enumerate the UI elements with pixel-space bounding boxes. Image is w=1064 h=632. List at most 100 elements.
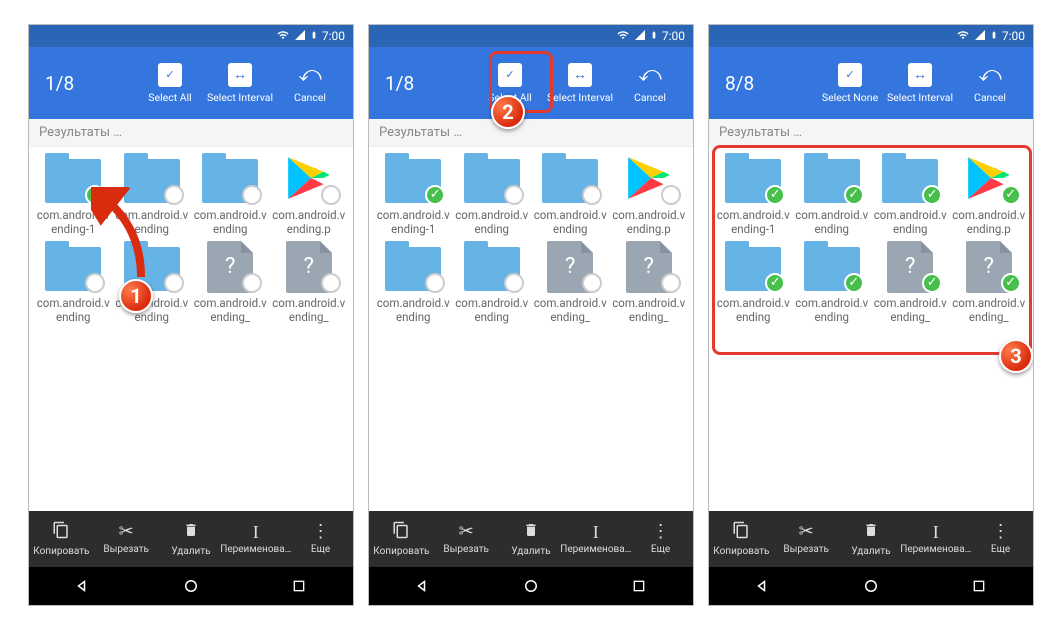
selection-marker[interactable]: [242, 273, 262, 293]
delete-label: Удалить: [511, 546, 550, 557]
clock-label: 7:00: [322, 29, 345, 43]
select-interval-button[interactable]: ↔ Select Interval: [545, 63, 615, 104]
delete-button[interactable]: Удалить: [161, 521, 221, 557]
cancel-label: Cancel: [634, 91, 666, 104]
file-item[interactable]: ✓com.android.vending-1: [35, 151, 112, 237]
selection-marker[interactable]: [425, 273, 445, 293]
select-all-button[interactable]: ✓ Select All: [135, 63, 205, 104]
cut-label: Вырезать: [783, 544, 829, 555]
breadcrumb[interactable]: Результаты …: [709, 119, 1033, 147]
file-item[interactable]: ✓com.android.vending: [715, 239, 792, 325]
selection-marker[interactable]: ✓: [1001, 185, 1021, 205]
selection-marker[interactable]: [661, 273, 681, 293]
file-item[interactable]: com.android.vending: [532, 151, 609, 237]
file-item[interactable]: com.android.vending: [454, 151, 531, 237]
rename-button[interactable]: IПереименова…: [226, 523, 286, 555]
breadcrumb[interactable]: Результаты …: [29, 119, 353, 147]
cancel-button[interactable]: ⤺ Cancel: [955, 63, 1025, 104]
rename-button[interactable]: IПереименова…: [566, 523, 626, 555]
battery-icon: [650, 28, 658, 45]
delete-button[interactable]: Удалить: [501, 521, 561, 557]
selection-marker[interactable]: ✓: [844, 185, 864, 205]
file-item[interactable]: ✓com.android.vending: [872, 151, 949, 237]
selection-marker[interactable]: [164, 273, 184, 293]
selection-marker[interactable]: [504, 185, 524, 205]
more-button[interactable]: ⋮Еще: [971, 523, 1031, 555]
file-item[interactable]: com.android.vending: [114, 151, 191, 237]
nav-back-button[interactable]: [409, 572, 437, 600]
cut-button[interactable]: ✂Вырезать: [96, 523, 156, 555]
file-item[interactable]: ✓com.android.vending-1: [375, 151, 452, 237]
nav-recent-button[interactable]: [285, 572, 313, 600]
selection-marker[interactable]: [321, 185, 341, 205]
copy-button[interactable]: Копировать: [711, 521, 771, 557]
nav-back-button[interactable]: [69, 572, 97, 600]
select-none-button[interactable]: ✓ Select None: [815, 63, 885, 104]
nav-recent-button[interactable]: [625, 572, 653, 600]
selection-marker[interactable]: [582, 273, 602, 293]
selection-toolbar: 1/8 ✓ Select All ↔ Select Interval ⤺ Can…: [369, 47, 693, 119]
file-name: com.android.vending_: [611, 297, 688, 325]
file-item[interactable]: ?com.android.vending_: [611, 239, 688, 325]
selection-marker[interactable]: ✓: [922, 185, 942, 205]
selection-marker[interactable]: ✓: [922, 273, 942, 293]
trash-icon: [183, 521, 199, 543]
file-item[interactable]: com.android.vending: [35, 239, 112, 325]
file-item[interactable]: com.android.vending: [454, 239, 531, 325]
file-item[interactable]: ✓com.android.vending: [794, 151, 871, 237]
selection-marker[interactable]: ✓: [1001, 273, 1021, 293]
nav-back-button[interactable]: [749, 572, 777, 600]
selection-marker[interactable]: ✓: [765, 273, 785, 293]
battery-icon: [310, 28, 318, 45]
selection-marker[interactable]: [242, 185, 262, 205]
more-button[interactable]: ⋮Еще: [291, 523, 351, 555]
selection-marker[interactable]: [504, 273, 524, 293]
copy-button[interactable]: 1Копировать: [31, 521, 91, 557]
svg-text:1: 1: [59, 528, 63, 537]
file-item[interactable]: com.android.vending.p: [611, 151, 688, 237]
file-item[interactable]: ?com.android.vending_: [271, 239, 348, 325]
file-item[interactable]: com.android.vending.p: [271, 151, 348, 237]
file-item[interactable]: ?✓com.android.vending_: [872, 239, 949, 325]
cut-label: Вырезать: [103, 544, 149, 555]
file-item[interactable]: ✓ com.android.vending: [794, 239, 871, 325]
selection-marker[interactable]: [85, 273, 105, 293]
nav-bar: [29, 567, 353, 605]
cancel-button[interactable]: ⤺ Cancel: [275, 63, 345, 104]
wifi-icon: [276, 29, 290, 44]
more-label: Еще: [991, 544, 1010, 555]
cursor-icon: I: [593, 523, 599, 541]
rename-button[interactable]: IПереименова…: [906, 523, 966, 555]
select-interval-button[interactable]: ↔ Select Interval: [885, 63, 955, 104]
cut-button[interactable]: ✂Вырезать: [776, 523, 836, 555]
copy-button[interactable]: Копировать: [371, 521, 431, 557]
file-item[interactable]: ✓com.android.vending.p: [951, 151, 1028, 237]
cut-button[interactable]: ✂Вырезать: [436, 523, 496, 555]
battery-icon: [990, 28, 998, 45]
selection-marker[interactable]: [164, 185, 184, 205]
more-button[interactable]: ⋮Еще: [631, 523, 691, 555]
nav-home-button[interactable]: [517, 572, 545, 600]
selection-marker[interactable]: ✓: [425, 185, 445, 205]
selection-marker[interactable]: [582, 185, 602, 205]
nav-home-button[interactable]: [177, 572, 205, 600]
cancel-button[interactable]: ⤺ Cancel: [615, 63, 685, 104]
file-item[interactable]: com.android.vending: [375, 239, 452, 325]
selection-marker[interactable]: ✓: [85, 185, 105, 205]
file-item[interactable]: com.android.vending: [192, 151, 269, 237]
selection-marker[interactable]: [661, 185, 681, 205]
selection-marker[interactable]: ✓: [765, 185, 785, 205]
breadcrumb[interactable]: Результаты …: [369, 119, 693, 147]
file-item[interactable]: ?✓com.android.vending_: [951, 239, 1028, 325]
selection-marker[interactable]: ✓: [844, 273, 864, 293]
nav-recent-button[interactable]: [965, 572, 993, 600]
file-item[interactable]: ?com.android.vending_: [532, 239, 609, 325]
delete-button[interactable]: Удалить: [841, 521, 901, 557]
selection-marker[interactable]: [321, 273, 341, 293]
nav-home-button[interactable]: [857, 572, 885, 600]
file-item[interactable]: ✓com.android.vending-1: [715, 151, 792, 237]
check-icon: ✓: [838, 63, 862, 87]
file-item[interactable]: ?com.android.vending_: [192, 239, 269, 325]
file-name: com.android.vending: [794, 297, 871, 325]
select-interval-button[interactable]: ↔ Select Interval: [205, 63, 275, 104]
